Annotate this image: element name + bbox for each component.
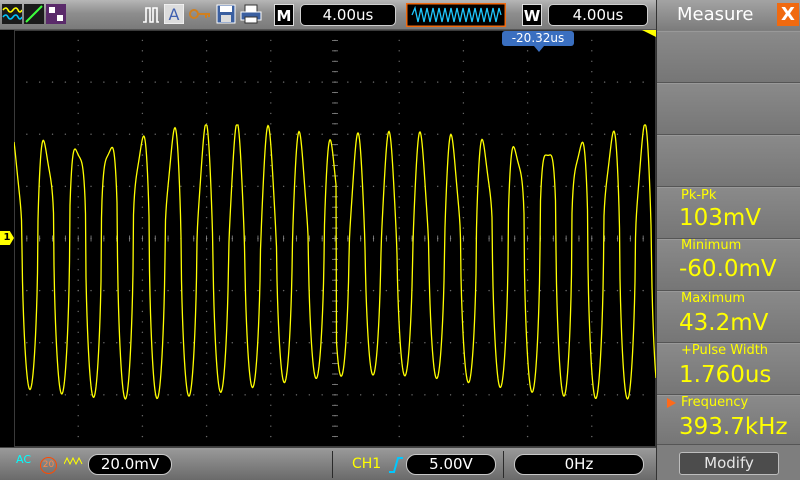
ch1-scale[interactable]: 20.0mV [88, 454, 172, 475]
trigger-level-marker[interactable] [642, 30, 656, 37]
menu-slot-1[interactable] [657, 31, 800, 83]
modify-button[interactable]: Modify [679, 452, 779, 475]
bandwidth-limit-badge: 20 [40, 457, 57, 474]
measurement-label-minimum: Minimum [681, 238, 742, 253]
frequency-counter: 0Hz [514, 454, 644, 475]
measurement-label-maximum: Maximum [681, 291, 746, 306]
waveform-display [0, 30, 656, 447]
menu-slot-2[interactable] [657, 83, 800, 135]
measure-panel: Measure X Pk-Pk 103mV Minimum -60.0mV Ma… [656, 0, 800, 480]
measurement-value-maximum: 43.2mV [679, 310, 769, 336]
invert-icon [64, 456, 83, 466]
top-toolbar: A M 4.00us W 4.00us [0, 0, 656, 30]
close-icon[interactable]: X [777, 3, 799, 26]
waveform-icon[interactable] [2, 4, 22, 24]
print-icon[interactable] [240, 4, 262, 24]
window-value[interactable]: 4.00us [548, 4, 648, 26]
timebase-value[interactable]: 4.00us [300, 4, 396, 26]
measurement-value-pk-pk: 103mV [679, 205, 762, 231]
graticule [14, 30, 656, 447]
auto-icon[interactable]: A [164, 4, 184, 24]
measurement-label-pulse-width: +Pulse Width [681, 343, 769, 358]
line-icon[interactable] [24, 4, 44, 24]
svg-text:A: A [169, 5, 180, 24]
measurement-label-pk-pk: Pk-Pk [681, 188, 717, 203]
measurement-value-frequency: 393.7kHz [679, 414, 788, 440]
separator [332, 451, 333, 478]
separator [503, 451, 504, 478]
trigger-level[interactable]: 5.00V [406, 454, 496, 475]
measurement-value-pulse-width: 1.760us [679, 362, 772, 388]
window-label: W [522, 4, 542, 26]
coupling-label: AC [16, 453, 32, 466]
run-stop-icon[interactable] [142, 4, 160, 24]
trigger-source: CH1 [352, 456, 382, 472]
memory-position-indicator[interactable] [406, 3, 506, 27]
menu-slot-3[interactable] [657, 135, 800, 187]
trigger-position-readout[interactable]: -20.32us [502, 31, 574, 46]
save-icon[interactable] [216, 4, 236, 24]
trigger-position-arrow [534, 46, 544, 52]
key-icon[interactable] [188, 4, 212, 24]
measurement-label-frequency: Frequency [681, 395, 749, 410]
status-bar: AC 20 20.0mV CH1 5.00V 0Hz [0, 447, 656, 480]
display-icon[interactable] [46, 4, 66, 24]
timebase-label: M [274, 4, 294, 26]
selected-arrow-icon [667, 398, 676, 408]
measurement-value-minimum: -60.0mV [679, 256, 777, 282]
rising-edge-icon[interactable] [388, 456, 404, 474]
